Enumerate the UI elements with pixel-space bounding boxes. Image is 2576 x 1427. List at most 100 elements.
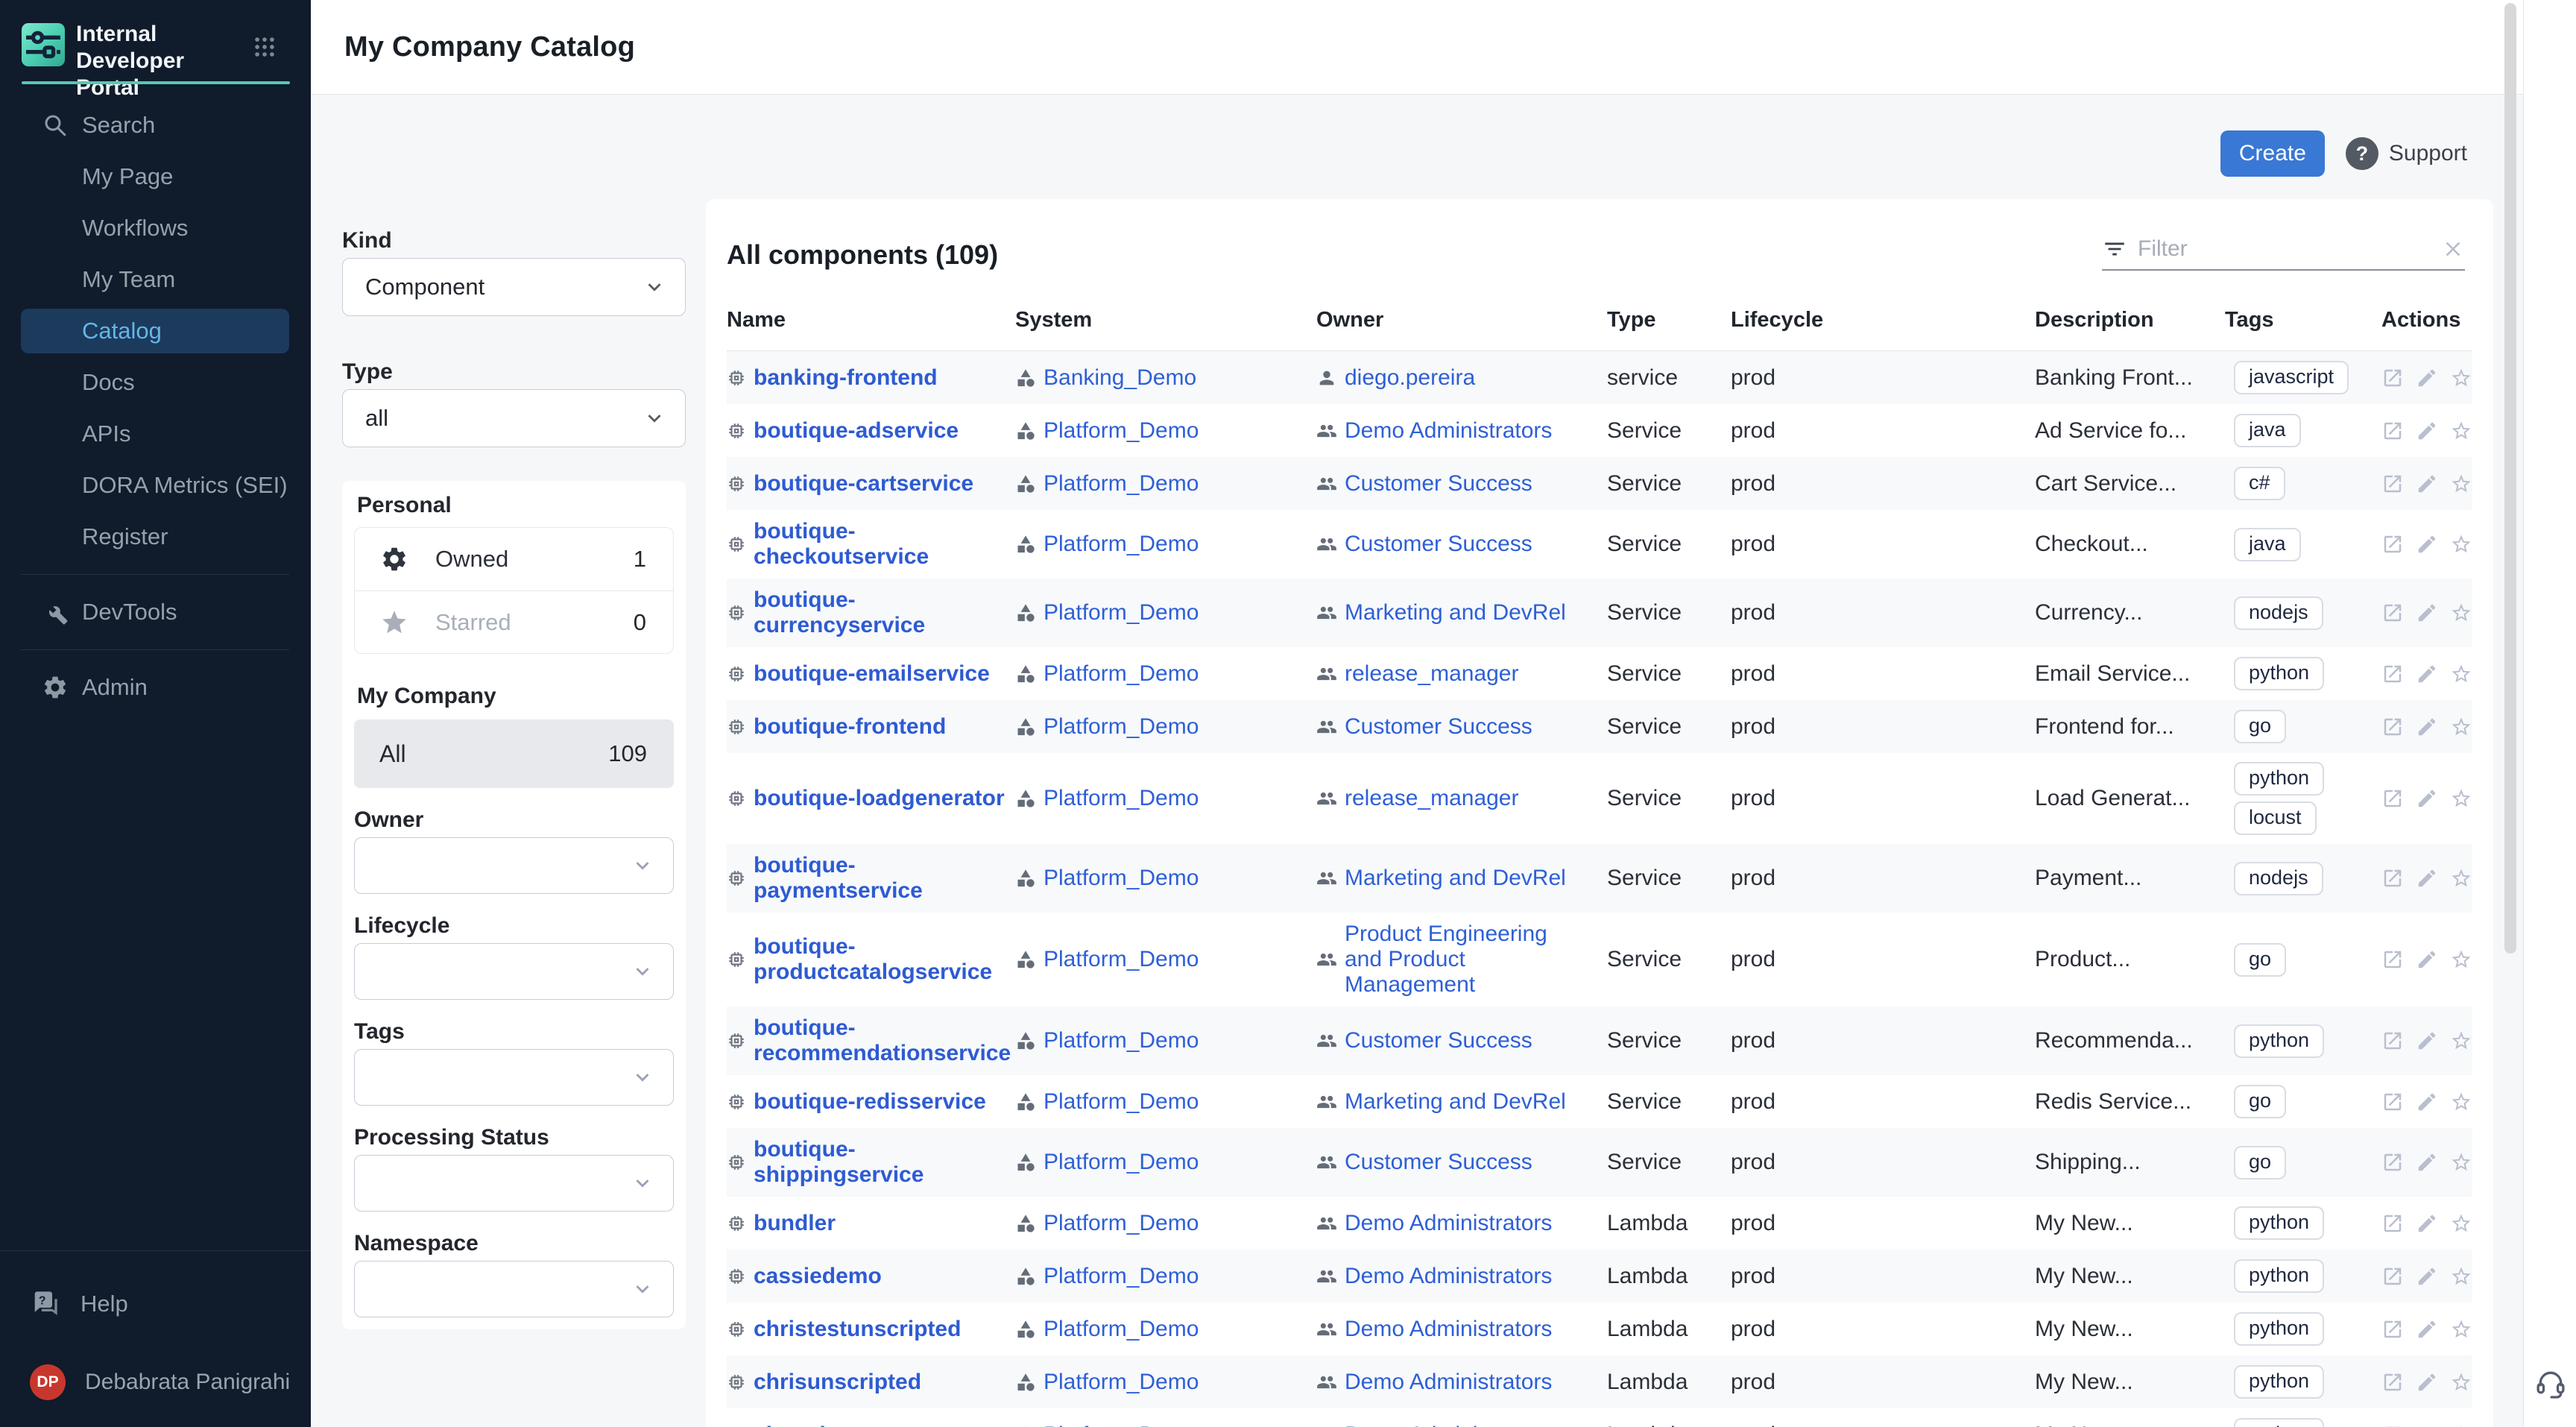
edit-icon[interactable] <box>2416 945 2438 974</box>
owner-link[interactable]: Customer Success <box>1345 714 1532 740</box>
open-in-new-icon[interactable] <box>2381 660 2404 688</box>
sidebar-item-search[interactable]: Search <box>21 103 289 148</box>
close-icon[interactable] <box>2441 237 2465 261</box>
open-in-new-icon[interactable] <box>2381 599 2404 627</box>
user-row[interactable]: DP Debabrata Panigrahi <box>0 1360 311 1405</box>
owner-link[interactable]: Demo Administrators <box>1345 1264 1552 1289</box>
open-in-new-icon[interactable] <box>2381 1421 2404 1427</box>
owner-link[interactable]: Demo Administrators <box>1345 1370 1552 1395</box>
system-link[interactable]: Platform_Demo <box>1044 1089 1199 1115</box>
sidebar-item-dora-metrics-sei[interactable]: DORA Metrics (SEI) <box>21 463 289 508</box>
owner-link[interactable]: release_manager <box>1345 661 1518 687</box>
component-name-link[interactable]: boutique-shippingservice <box>754 1137 1015 1188</box>
tag-chip[interactable]: python <box>2234 657 2324 690</box>
type-select[interactable]: all <box>342 389 686 447</box>
system-link[interactable]: Platform_Demo <box>1044 1211 1199 1236</box>
tag-chip[interactable]: nodejs <box>2234 862 2323 895</box>
tag-chip[interactable]: python <box>2234 1259 2324 1293</box>
system-link[interactable]: Platform_Demo <box>1044 1317 1199 1342</box>
edit-icon[interactable] <box>2416 470 2438 498</box>
component-name-link[interactable]: boutique-emailservice <box>754 661 990 687</box>
open-in-new-icon[interactable] <box>2381 470 2404 498</box>
sidebar-item-help[interactable]: ? Help <box>0 1278 311 1330</box>
star-outline-icon[interactable] <box>2450 713 2472 741</box>
star-outline-icon[interactable] <box>2450 1209 2472 1238</box>
component-name-link[interactable]: cignademo <box>754 1423 871 1427</box>
apps-grid-icon[interactable] <box>252 34 277 60</box>
system-link[interactable]: Banking_Demo <box>1044 365 1196 391</box>
open-in-new-icon[interactable] <box>2381 1209 2404 1238</box>
system-link[interactable]: Platform_Demo <box>1044 714 1199 740</box>
component-name-link[interactable]: boutique-checkoutservice <box>754 519 1015 570</box>
system-link[interactable]: Platform_Demo <box>1044 532 1199 557</box>
open-in-new-icon[interactable] <box>2381 1262 2404 1291</box>
system-link[interactable]: Platform_Demo <box>1044 418 1199 444</box>
component-name-link[interactable]: boutique-cartservice <box>754 471 973 497</box>
star-outline-icon[interactable] <box>2450 599 2472 627</box>
tag-chip[interactable]: python <box>2234 762 2324 796</box>
owner-link[interactable]: Customer Success <box>1345 1150 1532 1175</box>
system-link[interactable]: Platform_Demo <box>1044 661 1199 687</box>
headset-icon[interactable] <box>2534 1367 2567 1400</box>
edit-icon[interactable] <box>2416 1368 2438 1396</box>
open-in-new-icon[interactable] <box>2381 1368 2404 1396</box>
sidebar-item-my-team[interactable]: My Team <box>21 257 289 302</box>
edit-icon[interactable] <box>2416 864 2438 892</box>
edit-icon[interactable] <box>2416 660 2438 688</box>
edit-icon[interactable] <box>2416 1027 2438 1055</box>
system-link[interactable]: Platform_Demo <box>1044 866 1199 891</box>
tag-chip[interactable]: python <box>2234 1024 2324 1058</box>
star-outline-icon[interactable] <box>2450 660 2472 688</box>
open-in-new-icon[interactable] <box>2381 864 2404 892</box>
tag-chip[interactable]: go <box>2234 1146 2286 1179</box>
system-link[interactable]: Platform_Demo <box>1044 786 1199 811</box>
system-link[interactable]: Platform_Demo <box>1044 947 1199 972</box>
edit-icon[interactable] <box>2416 1421 2438 1427</box>
edit-icon[interactable] <box>2416 1315 2438 1343</box>
tag-chip[interactable]: java <box>2234 528 2301 561</box>
edit-icon[interactable] <box>2416 530 2438 558</box>
open-in-new-icon[interactable] <box>2381 713 2404 741</box>
tag-chip[interactable]: python <box>2234 1365 2324 1399</box>
owner-link[interactable]: Marketing and DevRel <box>1345 866 1566 891</box>
lifecycle-select[interactable] <box>354 943 674 1000</box>
open-in-new-icon[interactable] <box>2381 417 2404 445</box>
table-filter-input[interactable] <box>2138 236 2441 262</box>
edit-icon[interactable] <box>2416 599 2438 627</box>
filter-all[interactable]: All 109 <box>354 719 674 788</box>
component-name-link[interactable]: boutique-currencyservice <box>754 588 1015 638</box>
tag-chip[interactable]: javascript <box>2234 361 2349 394</box>
edit-icon[interactable] <box>2416 417 2438 445</box>
system-link[interactable]: Platform_Demo <box>1044 600 1199 626</box>
filter-owned[interactable]: Owned 1 <box>355 528 673 590</box>
system-link[interactable]: Platform_Demo <box>1044 1423 1199 1427</box>
edit-icon[interactable] <box>2416 1148 2438 1176</box>
create-button[interactable]: Create <box>2220 130 2325 177</box>
tag-chip[interactable]: c# <box>2234 467 2285 500</box>
system-link[interactable]: Platform_Demo <box>1044 1264 1199 1289</box>
open-in-new-icon[interactable] <box>2381 1148 2404 1176</box>
edit-icon[interactable] <box>2416 1088 2438 1116</box>
processing-status-select[interactable] <box>354 1155 674 1212</box>
open-in-new-icon[interactable] <box>2381 530 2404 558</box>
star-outline-icon[interactable] <box>2450 1315 2472 1343</box>
star-outline-icon[interactable] <box>2450 784 2472 813</box>
star-outline-icon[interactable] <box>2450 945 2472 974</box>
star-outline-icon[interactable] <box>2450 1027 2472 1055</box>
component-name-link[interactable]: banking-frontend <box>754 365 938 391</box>
kind-select[interactable]: Component <box>342 258 686 316</box>
edit-icon[interactable] <box>2416 1262 2438 1291</box>
sidebar-item-catalog[interactable]: Catalog <box>21 309 289 353</box>
component-name-link[interactable]: christestunscripted <box>754 1317 961 1342</box>
component-name-link[interactable]: boutique-redisservice <box>754 1089 986 1115</box>
edit-icon[interactable] <box>2416 784 2438 813</box>
tag-chip[interactable]: python <box>2234 1312 2324 1346</box>
component-name-link[interactable]: boutique-adservice <box>754 418 959 444</box>
component-name-link[interactable]: boutique-recommendationservice <box>754 1015 1015 1066</box>
owner-link[interactable]: Customer Success <box>1345 532 1532 557</box>
star-outline-icon[interactable] <box>2450 470 2472 498</box>
sidebar-item-workflows[interactable]: Workflows <box>21 206 289 251</box>
tag-chip[interactable]: locust <box>2234 801 2317 835</box>
tag-chip[interactable]: python <box>2234 1206 2324 1240</box>
star-outline-icon[interactable] <box>2450 1368 2472 1396</box>
